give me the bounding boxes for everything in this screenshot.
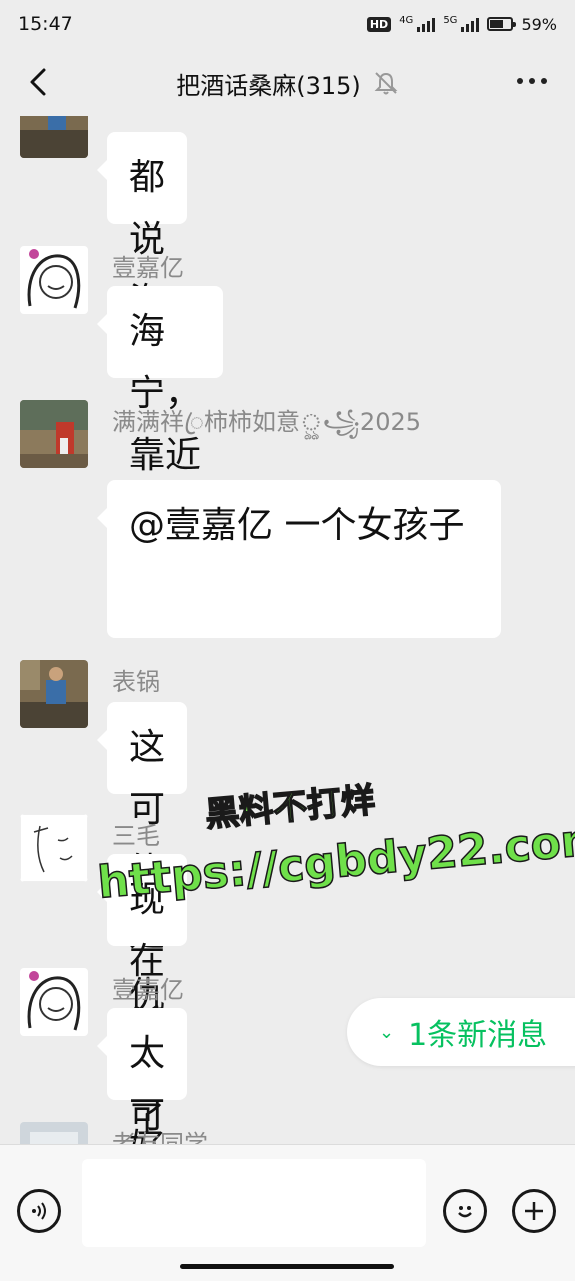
signal-icon bbox=[417, 16, 436, 32]
new-message-indicator[interactable]: ⌄ 1条新消息 bbox=[347, 998, 575, 1066]
hd-icon: HD bbox=[366, 16, 392, 32]
chat-title: 把酒话桑麻(315) bbox=[176, 71, 361, 100]
avatar[interactable] bbox=[20, 968, 88, 1036]
battery-percent: 59% bbox=[521, 14, 557, 34]
signal-icon bbox=[461, 16, 480, 32]
sender-name: 表锅 bbox=[112, 668, 160, 696]
message-bubble[interactable]: 这可能是仇沙了 bbox=[96, 702, 188, 1140]
chat-message-list[interactable]: 都说海宁 壹嘉亿 海宁，靠近杭州 满满祥ꦿ柿柿如意ৣ꧁2025 @壹嘉亿 一个女… bbox=[0, 116, 575, 1144]
status-bar: 15:47 HD 4G 5G 59% bbox=[0, 0, 575, 48]
message-bubble[interactable]: 太可怕了 bbox=[96, 1008, 188, 1136]
avatar[interactable] bbox=[20, 116, 88, 158]
sender-name: 满满祥ꦿ柿柿如意ৣ꧁2025 bbox=[112, 408, 422, 436]
message-bubble[interactable]: 都说海宁 bbox=[96, 132, 188, 384]
mute-bell-icon bbox=[374, 72, 398, 95]
message-bubble[interactable]: @壹嘉亿 一个女孩子 bbox=[97, 480, 501, 638]
message-text: @壹嘉亿 一个女孩子 bbox=[129, 505, 465, 546]
network-4g-label: 4G bbox=[399, 14, 414, 26]
message-bubble[interactable]: 现在杀人好残忍 bbox=[96, 854, 188, 1144]
sender-name: 壹嘉亿 bbox=[112, 976, 184, 1004]
avatar[interactable] bbox=[20, 246, 88, 314]
avatar[interactable] bbox=[20, 660, 88, 728]
sender-name: 老友同学 bbox=[112, 1130, 208, 1144]
avatar[interactable] bbox=[20, 814, 88, 882]
avatar[interactable] bbox=[20, 1122, 88, 1144]
home-indicator[interactable] bbox=[180, 1264, 394, 1269]
sender-name: 壹嘉亿 bbox=[112, 254, 184, 282]
chat-header: 把酒话桑麻(315) bbox=[0, 50, 575, 116]
message-input[interactable] bbox=[82, 1159, 426, 1247]
more-options-icon[interactable] bbox=[517, 78, 547, 84]
network-5g-label: 5G bbox=[443, 14, 458, 26]
emoji-icon[interactable] bbox=[443, 1189, 487, 1233]
double-chevron-down-icon: ⌄ bbox=[379, 1021, 395, 1043]
status-icons: HD 4G 5G 59% bbox=[366, 14, 557, 34]
sender-name: 三毛 bbox=[112, 822, 160, 850]
message-bubble[interactable]: 海宁，靠近杭州 bbox=[97, 286, 223, 538]
avatar[interactable] bbox=[20, 400, 88, 468]
new-message-label: 1条新消息 bbox=[408, 1018, 548, 1053]
status-time: 15:47 bbox=[18, 13, 73, 35]
back-arrow-icon[interactable] bbox=[22, 64, 58, 100]
battery-icon bbox=[487, 17, 517, 31]
plus-icon[interactable] bbox=[512, 1189, 556, 1233]
input-bar bbox=[0, 1144, 575, 1281]
voice-input-icon[interactable] bbox=[17, 1189, 61, 1233]
